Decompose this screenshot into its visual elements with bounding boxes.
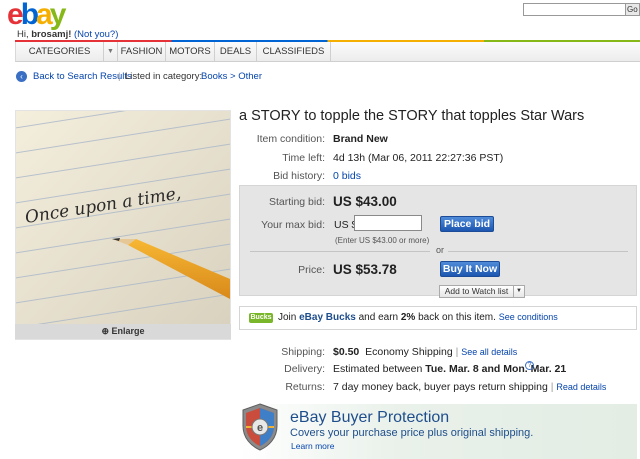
not-you-link[interactable]: (Not you?) bbox=[74, 29, 118, 40]
nav-categories[interactable]: CATEGORIES bbox=[16, 42, 104, 61]
back-to-search-link[interactable]: Back to Search Results bbox=[33, 71, 132, 82]
starting-bid-value: US $43.00 bbox=[333, 194, 397, 209]
main-nav: CATEGORIES ▼ FASHION MOTORS DEALS CLASSI… bbox=[15, 42, 640, 62]
separator: | bbox=[455, 346, 459, 358]
bucks-join: Join bbox=[278, 312, 300, 323]
divider bbox=[250, 251, 430, 252]
returns-policy: 7 day money back, buyer pays return ship… bbox=[333, 381, 548, 393]
price-value: US $53.78 bbox=[333, 262, 397, 277]
end-date: (Mar 06, 2011 22:27:36 PST) bbox=[368, 152, 504, 164]
divider bbox=[448, 251, 628, 252]
add-to-watchlist-button[interactable]: Add to Watch list bbox=[439, 285, 514, 298]
returns-label: Returns: bbox=[285, 381, 325, 393]
protection-subtitle: Covers your purchase price plus original… bbox=[290, 427, 534, 439]
listed-in-label: Listed in category: bbox=[125, 71, 203, 82]
bucks-icon: Bucks bbox=[249, 313, 273, 323]
item-title: a STORY to topple the STORY that topples… bbox=[239, 108, 585, 124]
time-left-label: Time left: bbox=[282, 152, 325, 164]
notebook-pencil-image: Once upon a time, bbox=[16, 111, 230, 324]
learn-more-link[interactable]: Learn more bbox=[291, 441, 334, 451]
starting-bid-label: Starting bid: bbox=[268, 196, 325, 208]
bucks-percent: 2% bbox=[400, 312, 416, 323]
condition-label: Item condition: bbox=[256, 133, 325, 145]
nav-deals[interactable]: DEALS bbox=[215, 42, 257, 61]
bucks-earn: and earn bbox=[355, 312, 401, 323]
chevron-down-icon[interactable]: ▼ bbox=[104, 42, 118, 61]
svg-text:e: e bbox=[257, 422, 263, 434]
enlarge-button[interactable]: ⊕ Enlarge bbox=[15, 324, 231, 339]
price-label: Price: bbox=[298, 264, 325, 276]
breadcrumb-separator: | bbox=[118, 71, 121, 82]
zoom-icon: ⊕ bbox=[101, 326, 112, 336]
shipping-value: $0.50 Economy Shipping | See all details bbox=[333, 346, 517, 358]
greeting: Hi, brosamj! (Not you?) bbox=[17, 29, 118, 40]
search-input[interactable] bbox=[523, 3, 633, 16]
ebay-logo[interactable]: ebay bbox=[7, 0, 87, 30]
separator: | bbox=[550, 381, 554, 393]
delivery-label: Delivery: bbox=[284, 363, 325, 375]
shipping-cost: $0.50 bbox=[333, 346, 360, 358]
condition-value: Brand New bbox=[333, 133, 388, 145]
help-icon[interactable]: ? bbox=[525, 361, 534, 370]
read-details-link[interactable]: Read details bbox=[556, 382, 606, 392]
see-all-details-link[interactable]: See all details bbox=[461, 347, 517, 357]
enlarge-label: Enlarge bbox=[111, 326, 145, 336]
chevron-down-icon[interactable]: ▼ bbox=[514, 285, 525, 298]
or-label: or bbox=[436, 245, 445, 255]
shipping-method: Economy Shipping bbox=[365, 346, 453, 358]
returns-value: 7 day money back, buyer pays return ship… bbox=[333, 381, 606, 393]
protection-title: eBay Buyer Protection bbox=[290, 409, 450, 426]
search-button[interactable]: Go bbox=[625, 3, 640, 16]
place-bid-button[interactable]: Place bid bbox=[440, 216, 494, 232]
delivery-dates: Tue. Mar. 8 and Mon. Mar. 21 bbox=[425, 363, 567, 375]
max-bid-label: Your max bid: bbox=[261, 219, 325, 231]
bucks-brand: eBay Bucks bbox=[299, 312, 356, 323]
time-left-duration: 4d 13h bbox=[333, 152, 366, 164]
delivery-prefix: Estimated between bbox=[333, 363, 426, 375]
bid-history-label: Bid history: bbox=[273, 170, 325, 182]
see-conditions-link[interactable]: See conditions bbox=[499, 312, 558, 322]
bid-hint: (Enter US $43.00 or more) bbox=[335, 236, 430, 245]
nav-classifieds[interactable]: CLASSIFIEDS bbox=[257, 42, 331, 61]
bucks-text: Join eBay Bucks and earn 2% back on this… bbox=[278, 312, 558, 323]
nav-fashion[interactable]: FASHION bbox=[118, 42, 166, 61]
back-arrow-icon[interactable]: ‹ bbox=[16, 71, 27, 82]
username: brosamj! bbox=[31, 29, 72, 40]
nav-motors[interactable]: MOTORS bbox=[166, 42, 215, 61]
max-bid-input[interactable] bbox=[354, 215, 422, 231]
shipping-label: Shipping: bbox=[281, 346, 325, 358]
time-left-value: 4d 13h (Mar 06, 2011 22:27:36 PST) bbox=[333, 152, 503, 164]
item-photo[interactable]: Once upon a time, bbox=[16, 111, 230, 324]
shield-icon: e bbox=[242, 403, 278, 451]
buy-it-now-button[interactable]: Buy It Now bbox=[440, 261, 500, 277]
bid-history-link[interactable]: 0 bids bbox=[333, 170, 361, 182]
category-link[interactable]: Books > Other bbox=[201, 71, 262, 82]
greeting-prefix: Hi, bbox=[17, 29, 32, 40]
bucks-rest: back on this item. bbox=[415, 312, 496, 323]
